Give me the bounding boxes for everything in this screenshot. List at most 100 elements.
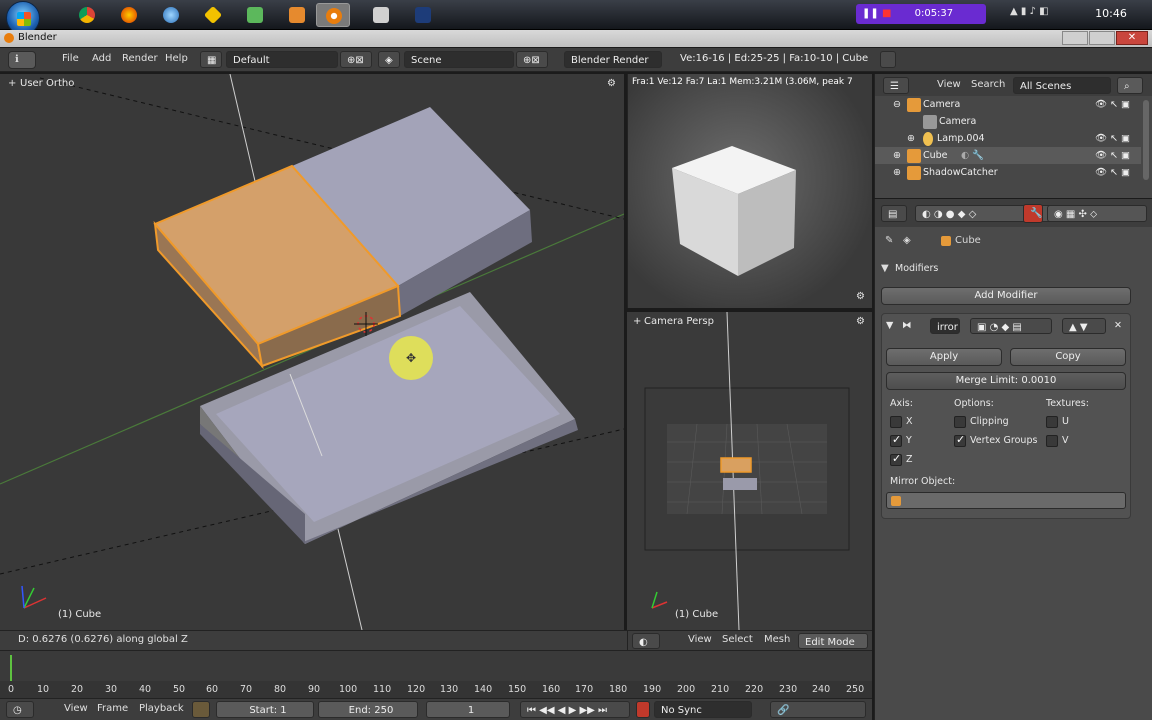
- header-icon[interactable]: [880, 51, 896, 68]
- apply-button[interactable]: Apply: [886, 348, 1002, 366]
- preview-range-icon[interactable]: [192, 701, 210, 718]
- pin-icon[interactable]: ✎: [885, 235, 893, 246]
- maximize-button[interactable]: [1089, 31, 1115, 45]
- visibility-icons[interactable]: 👁 ↖ ▣: [1095, 164, 1130, 181]
- taskbar-app4[interactable]: [196, 3, 230, 27]
- close-button[interactable]: ✕: [1116, 31, 1148, 45]
- properties-editor[interactable]: ▤ ◐ ◑ ● ◆ ◇ 🔧 ◉ ▦ ✣ ⬦ ✎ ◈ Cube ▼ Modifie…: [874, 199, 1152, 720]
- properties-editor-type[interactable]: ▤: [881, 205, 907, 222]
- keying-set-field[interactable]: 🔗: [770, 701, 866, 718]
- end-frame-field[interactable]: End: 250: [318, 701, 418, 718]
- render-preview[interactable]: Fra:1 Ve:12 Fa:7 La:1 Mem:3.21M (3.06M, …: [627, 74, 872, 308]
- modifier-display-toggles[interactable]: ▣ ◔ ◆ ▤: [970, 318, 1052, 334]
- render-engine-select[interactable]: Blender Render: [564, 51, 662, 68]
- record-button[interactable]: [636, 701, 650, 718]
- outliner-search-icon[interactable]: ⌕: [1117, 77, 1143, 94]
- outliner-filter-select[interactable]: All Scenes: [1013, 77, 1111, 94]
- modifiers-section-header[interactable]: ▼ Modifiers: [881, 263, 938, 274]
- modifier-tab-wrench-icon[interactable]: 🔧: [1023, 204, 1043, 223]
- scene-add-remove[interactable]: ⊕⊠: [516, 51, 548, 68]
- layout-icon[interactable]: ▦: [200, 51, 222, 68]
- camera-menu-select[interactable]: Select: [722, 634, 753, 645]
- vertex-groups-checkbox[interactable]: [954, 433, 966, 447]
- outliner-row-camera[interactable]: ⊖ Camera 👁 ↖ ▣: [875, 96, 1141, 113]
- timeline[interactable]: 0 10 20 30 40 50 60 70 80 90 100 110 120…: [0, 650, 872, 699]
- expand-icon[interactable]: ⊕: [907, 130, 915, 147]
- axis-z-checkbox[interactable]: [890, 452, 902, 466]
- current-frame-marker[interactable]: [10, 655, 12, 683]
- timeline-menu-playback[interactable]: Playback: [139, 703, 184, 714]
- timeline-editor-type[interactable]: ◷: [6, 701, 34, 718]
- timeline-menu-view[interactable]: View: [64, 703, 88, 714]
- collapse-icon[interactable]: ▼: [886, 320, 893, 331]
- taskbar-photoshop[interactable]: [406, 3, 440, 27]
- merge-limit-slider[interactable]: Merge Limit: 0.0010: [886, 372, 1126, 390]
- layout-field[interactable]: Default: [226, 51, 338, 68]
- pause-icon[interactable]: ❚❚: [862, 8, 879, 19]
- collapse-icon[interactable]: ▼: [881, 263, 889, 274]
- axis-x-checkbox[interactable]: [890, 416, 902, 428]
- scene-icon[interactable]: ◈: [378, 51, 400, 68]
- visibility-icons[interactable]: 👁 ↖ ▣: [1095, 130, 1130, 147]
- camera-menu-mesh[interactable]: Mesh: [764, 634, 790, 645]
- expand-icon[interactable]: ⊖: [893, 96, 901, 113]
- axis-y-checkbox[interactable]: [890, 433, 902, 447]
- outliner-row-lamp[interactable]: ⊕ Lamp.004 👁 ↖ ▣: [875, 130, 1141, 147]
- outliner-row-cube[interactable]: ⊕ Cube ◐ 🔧 👁 ↖ ▣: [875, 147, 1141, 164]
- context-tabs-2[interactable]: ◉ ▦ ✣ ⬦: [1047, 205, 1147, 222]
- modifier-name-field[interactable]: irror: [930, 318, 960, 334]
- modifier-move-buttons[interactable]: ▲ ▼: [1062, 318, 1106, 334]
- expand-icon[interactable]: ⊕: [893, 164, 901, 181]
- system-tray[interactable]: ▲ ▮ ♪ ◧: [1010, 6, 1080, 22]
- viewport-corner-plus[interactable]: +: [8, 78, 16, 89]
- modifier-remove-icon[interactable]: ✕: [1114, 320, 1122, 331]
- taskbar-app5[interactable]: [238, 3, 272, 27]
- outliner-editor-type[interactable]: ☰: [883, 77, 909, 94]
- outliner-scrollbar[interactable]: [1143, 100, 1149, 180]
- outliner-menu-view[interactable]: View: [937, 79, 961, 90]
- taskbar-app6[interactable]: [280, 3, 314, 27]
- texture-u-checkbox[interactable]: [1046, 416, 1058, 428]
- timeline-menu-frame[interactable]: Frame: [97, 703, 128, 714]
- mode-select[interactable]: Edit Mode: [798, 633, 868, 649]
- taskbar-firefox[interactable]: [112, 3, 146, 27]
- taskbar-app3[interactable]: [154, 3, 188, 27]
- sync-mode-select[interactable]: No Sync: [654, 701, 752, 718]
- mirror-object-field[interactable]: [886, 492, 1126, 509]
- camera-editor-type[interactable]: ◐: [632, 633, 660, 649]
- clipping-checkbox[interactable]: [954, 416, 966, 428]
- current-frame-field[interactable]: 1: [426, 701, 510, 718]
- menu-help[interactable]: Help: [165, 53, 188, 64]
- menu-add[interactable]: Add: [92, 53, 111, 64]
- editor-type-button[interactable]: ℹ: [8, 51, 36, 69]
- minimize-button[interactable]: [1062, 31, 1088, 45]
- outliner-row-shadowcatcher[interactable]: ⊕ ShadowCatcher 👁 ↖ ▣: [875, 164, 1141, 181]
- scene-field[interactable]: Scene: [404, 51, 514, 68]
- camera-viewport[interactable]: + Camera Persp ⚙ (1) Cube: [627, 312, 872, 630]
- visibility-icons[interactable]: 👁 ↖ ▣: [1095, 96, 1130, 113]
- stop-icon[interactable]: ■: [882, 8, 891, 19]
- render-gear-icon[interactable]: ⚙: [856, 291, 865, 302]
- camera-menu-view[interactable]: View: [688, 634, 712, 645]
- expand-icon[interactable]: ⊕: [893, 147, 901, 164]
- menu-render[interactable]: Render: [122, 53, 158, 64]
- outliner-row-camera-data[interactable]: Camera: [875, 113, 1141, 130]
- outliner-menu-search[interactable]: Search: [971, 79, 1005, 90]
- texture-v-checkbox[interactable]: [1046, 435, 1058, 447]
- camera-corner-plus[interactable]: +: [633, 316, 641, 327]
- taskbar-app8[interactable]: [364, 3, 398, 27]
- playback-controls[interactable]: ⏮ ◀◀ ◀ ▶ ▶▶ ⏭: [520, 701, 630, 718]
- layout-add-remove[interactable]: ⊕⊠: [340, 51, 372, 68]
- 3d-viewport[interactable]: ✥ User Ortho + ⚙ (1) Cube: [0, 74, 624, 630]
- outliner[interactable]: ☰ View Search All Scenes ⌕ ⊖ Camera 👁 ↖ …: [874, 74, 1152, 198]
- copy-button[interactable]: Copy: [1010, 348, 1126, 366]
- screen-recorder-bar[interactable]: ❚❚ ■ 0:05:37: [856, 4, 986, 24]
- taskbar-chrome[interactable]: [70, 3, 104, 27]
- taskbar-blender[interactable]: [316, 3, 350, 27]
- camera-gear-icon[interactable]: ⚙: [856, 316, 865, 327]
- start-frame-field[interactable]: Start: 1: [216, 701, 314, 718]
- add-modifier-button[interactable]: Add Modifier: [881, 287, 1131, 305]
- menu-file[interactable]: File: [62, 53, 79, 64]
- visibility-icons[interactable]: 👁 ↖ ▣: [1095, 147, 1130, 164]
- viewport-gear-icon[interactable]: ⚙: [607, 78, 616, 89]
